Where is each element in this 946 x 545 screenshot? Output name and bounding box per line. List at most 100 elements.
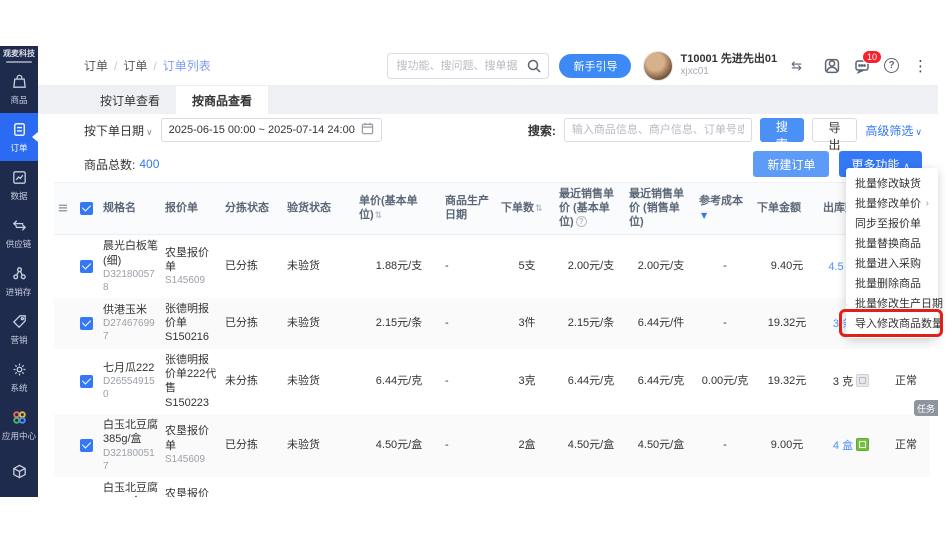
global-search-box[interactable] [387, 53, 549, 79]
advanced-filter-link[interactable]: 高级筛选∨ [865, 122, 922, 139]
table-row: 白玉北豆腐385g/盒 D321800517 农垦报价单 S145609 已分拣… [54, 414, 930, 477]
content-panel: 按下单日期∨ 2025-06-15 00:00 ~ 2025-07-14 24:… [38, 114, 938, 497]
row-checkbox[interactable] [80, 375, 93, 388]
spec-name[interactable]: 白玉北豆腐385g/盒 [103, 418, 159, 447]
search-icon[interactable] [526, 58, 542, 74]
ref-cost: - [696, 414, 754, 477]
quote-name[interactable]: 张德明报价单222代售S150223 [165, 353, 219, 410]
menu-item-label: 批量进入采购 [855, 255, 921, 271]
col-unit-price[interactable]: 单价(基本单位)⇅ [356, 183, 442, 235]
search-button[interactable]: 搜索 [760, 118, 804, 142]
tab-by-order[interactable]: 按订单查看 [84, 86, 176, 114]
sidebar-item-marketing[interactable]: 营销 [0, 305, 38, 353]
sidebar-item-order[interactable]: 订单 [0, 113, 38, 161]
recent-base-price: 4.50元/盒 [556, 477, 626, 497]
guide-button[interactable]: 新手引导 [559, 54, 631, 78]
row-checkbox[interactable] [80, 317, 93, 330]
spec-code: D321800578 [103, 268, 159, 294]
gear-icon [10, 360, 28, 378]
sort-status: 未分拣 [222, 349, 284, 414]
breadcrumb-level2[interactable]: 订单 [123, 57, 147, 74]
select-all-checkbox[interactable] [80, 202, 93, 215]
quote-name[interactable]: 农垦报价单 [165, 487, 219, 497]
filter-dropdown-icon[interactable]: ▼ [701, 211, 707, 220]
sort-icon[interactable]: ⇅ [535, 204, 543, 214]
col-prod-date: 商品生产日期 [442, 183, 498, 235]
sidebar-item-system[interactable]: 系统 [0, 353, 38, 401]
quote-name[interactable]: 农垦报价单 [165, 424, 219, 453]
outbound-qty[interactable]: 4 盒 [833, 440, 853, 452]
date-range-picker[interactable]: 2025-06-15 00:00 ~ 2025-07-14 24:00 [161, 118, 382, 142]
total-count-value: 400 [139, 157, 159, 171]
avatar[interactable] [643, 51, 673, 81]
spec-name[interactable]: 白玉北豆腐385g/盒 [103, 481, 159, 497]
help-circle-icon[interactable]: ? [576, 216, 587, 227]
inspect-status: 未验货 [284, 298, 356, 349]
menu-item-label: 导入修改商品数量 [855, 315, 943, 331]
date-type-select[interactable]: 按下单日期∨ [84, 122, 153, 139]
chart-icon [10, 168, 28, 186]
more-menu-icon[interactable]: ⋮ [913, 57, 928, 75]
spec-name[interactable]: 晨光白板笔(细) [103, 239, 159, 268]
row-checkbox[interactable] [80, 439, 93, 452]
spec-code: D274676997 [103, 317, 159, 343]
order-amount: 9.00元 [754, 414, 820, 477]
help-icon[interactable]: ? [884, 58, 899, 73]
spec-code: D265549150 [103, 375, 159, 401]
prod-date: - [442, 414, 498, 477]
sidebar-item-inventory[interactable]: 进销存 [0, 257, 38, 305]
menu-item[interactable]: 批量修改单价 › [846, 193, 938, 213]
sidebar-item-label: 应用中心 [2, 429, 36, 441]
breadcrumb-level1[interactable]: 订单 [84, 57, 108, 74]
order-amount: 9.00元 [754, 477, 820, 497]
menu-item[interactable]: 批量进入采购 [846, 253, 938, 273]
inspect-status: 未验货 [284, 349, 356, 414]
sidebar-item-supply[interactable]: 供应链 [0, 209, 38, 257]
col-order-qty[interactable]: 下单数⇅ [498, 183, 556, 235]
row-checkbox[interactable] [80, 260, 93, 273]
filter-row: 按下单日期∨ 2025-06-15 00:00 ~ 2025-07-14 24:… [54, 114, 922, 146]
quote-name[interactable]: 农垦报价单 [165, 246, 219, 275]
spec-name[interactable]: 供港玉米 [103, 303, 159, 317]
sidebar-item-cube[interactable] [0, 449, 38, 497]
inspect-status: 未验货 [284, 414, 356, 477]
column-config-icon[interactable]: ≡ [58, 201, 69, 216]
menu-item[interactable]: 批量替换商品 [846, 233, 938, 253]
total-count-label: 商品总数: [84, 156, 135, 173]
table-row: 七月瓜222 D265549150 张德明报价单222代售S150223 未分拣… [54, 349, 930, 414]
quote-name[interactable]: 张德明报价单S150216 [165, 302, 219, 345]
switch-account-icon[interactable]: ⇆ [791, 58, 802, 74]
recent-sale-price: 4.50元/盒 [626, 477, 696, 497]
sidebar-item-apps[interactable]: 应用中心 [0, 401, 38, 449]
table-row: 晨光白板笔(细) D321800578 农垦报价单 S145609 已分拣 未验… [54, 235, 930, 298]
col-ref-cost[interactable]: 参考成本▼ [696, 183, 754, 235]
support-icon[interactable] [824, 58, 840, 74]
export-button[interactable]: 导出 [812, 118, 858, 142]
menu-item[interactable]: 批量删除商品 [846, 273, 938, 293]
filter-search-input[interactable] [564, 118, 752, 142]
outbound-edit-icon[interactable] [856, 438, 869, 451]
search-field-label: 搜索: [528, 122, 556, 139]
menu-item[interactable]: 同步至报价单 [846, 213, 938, 233]
task-tab[interactable]: 任务 [914, 400, 938, 416]
sort-status: 已分拣 [222, 477, 284, 497]
new-order-button[interactable]: 新建订单 [753, 151, 829, 177]
sort-icon[interactable]: ⇅ [375, 211, 383, 221]
outbound-qty[interactable]: 3 克 [833, 376, 853, 388]
sidebar-item-data[interactable]: 数据 [0, 161, 38, 209]
breadcrumb: 订单 / 订单 / 订单列表 [84, 57, 211, 74]
outbound-edit-icon[interactable] [856, 374, 869, 387]
menu-item[interactable]: 批量修改生产日期 [846, 293, 938, 313]
spec-name[interactable]: 七月瓜222 [103, 361, 159, 375]
messages-icon[interactable]: 10 [854, 58, 870, 74]
menu-item[interactable]: 批量修改缺货 [846, 173, 938, 193]
order-qty: 2盒 [498, 414, 556, 477]
sidebar-item-goods[interactable]: 商品 [0, 65, 38, 113]
user-info[interactable]: T10001 先进先出01 xjxc01 [680, 53, 777, 77]
menu-item[interactable]: 导入修改商品数量 [846, 313, 938, 333]
menu-item-label: 批量修改单价 [855, 195, 921, 211]
tab-by-goods[interactable]: 按商品查看 [176, 86, 268, 114]
global-search-input[interactable] [396, 60, 526, 72]
app-window: 观麦科技 商品 订单 数据 供应链 进销存 营销 系统 应用中心 订单 [0, 46, 938, 497]
menu-item-label: 同步至报价单 [855, 215, 921, 231]
